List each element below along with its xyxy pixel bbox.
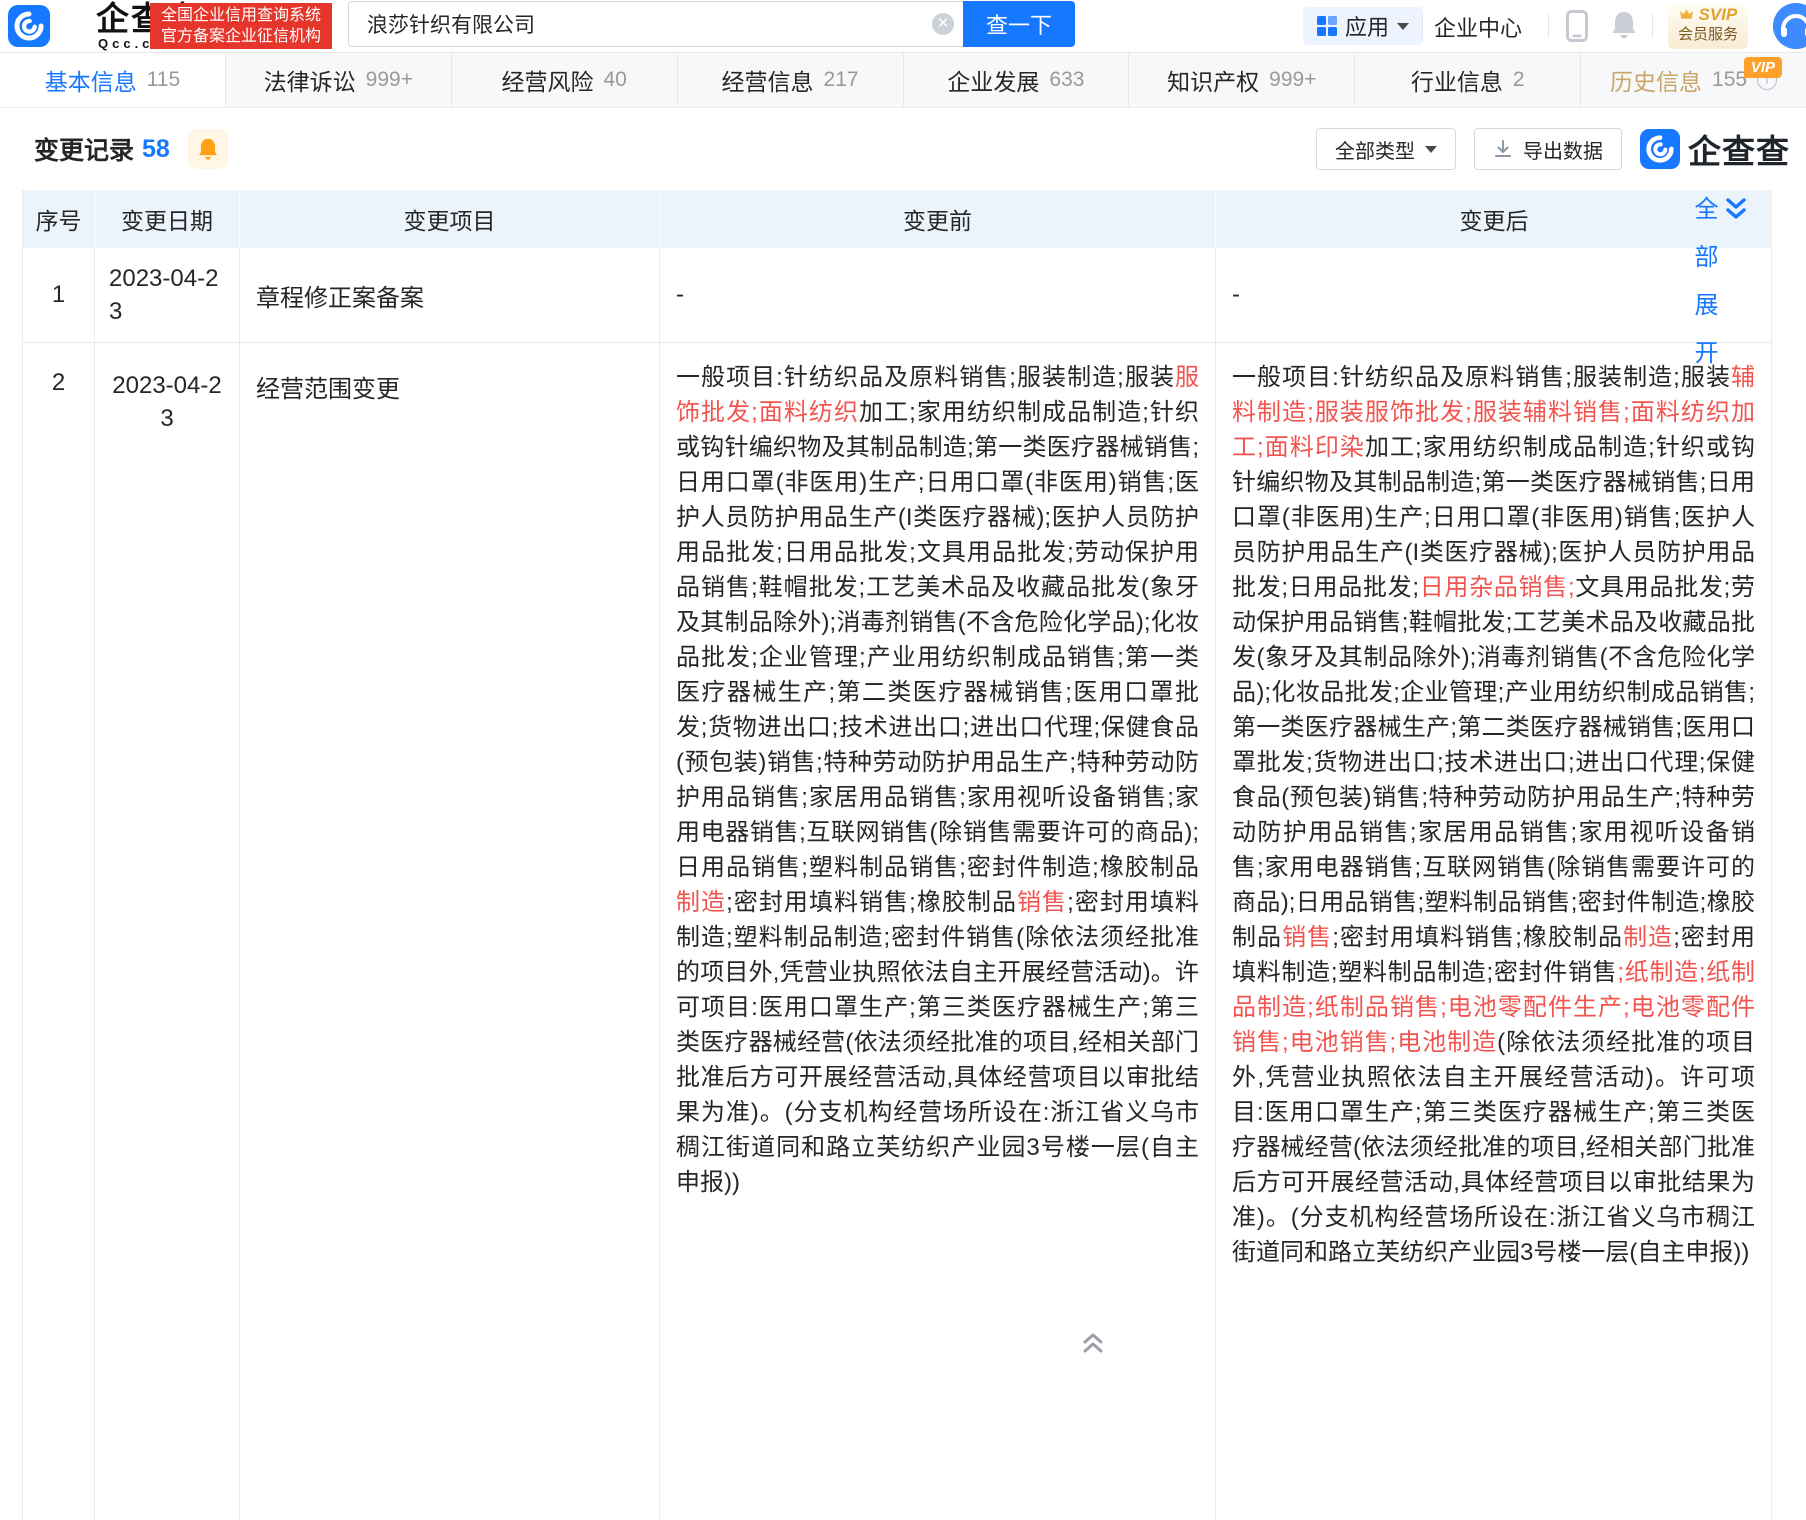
svip-sublabel: 会员服务: [1668, 25, 1748, 45]
search-button[interactable]: 查一下: [963, 1, 1075, 47]
tab-count: 999+: [366, 68, 413, 92]
table-row: 1 2023-04-23 章程修正案备案 - -: [22, 248, 1772, 343]
search-input[interactable]: [348, 1, 965, 47]
double-chevron-up-icon: [1080, 1330, 1106, 1356]
tab-count: 40: [604, 68, 627, 92]
qcc-brand-icon: [1640, 129, 1680, 169]
tab-operation-risk[interactable]: 经营风险 40: [452, 53, 678, 107]
grid-icon: [1317, 16, 1337, 36]
section-title: 变更记录: [34, 131, 134, 167]
chevron-down-icon: [1397, 23, 1409, 30]
row2-before-text: 一般项目:针纺织品及原料销售;服装制造;服装服饰批发;面料纺织加工;家用纺织制成…: [660, 343, 1216, 1520]
apps-menu-label: 应用: [1345, 10, 1389, 42]
tab-industry-info[interactable]: 行业信息 2: [1355, 53, 1581, 107]
row2-after-text: 一般项目:针纺织品及原料销售;服装制造;服装辅料制造;服装服饰批发;服装辅料销售…: [1216, 343, 1772, 1520]
badge-line2: 官方备案企业征信机构: [150, 26, 332, 47]
tab-label: 经营信息: [722, 63, 814, 97]
page: 企查查 Qcc.com 全国企业信用查询系统 官方备案企业征信机构 ✕ 查一下 …: [0, 0, 1806, 1520]
filter-type-button[interactable]: 全部类型: [1316, 128, 1456, 170]
tab-basic-info[interactable]: 基本信息 115: [0, 53, 226, 107]
qcc-spiral-icon: [12, 9, 46, 43]
row1-item: 章程修正案备案: [240, 248, 660, 343]
tab-intellectual-property[interactable]: 知识产权 999+: [1129, 53, 1355, 107]
tab-count: 115: [147, 68, 180, 92]
row2-date: 2023-04-23: [95, 369, 239, 435]
row1-after-text: -: [1216, 248, 1772, 343]
chevron-down-icon: [1425, 146, 1437, 153]
section-count: 58: [142, 135, 170, 164]
filter-type-label: 全部类型: [1335, 135, 1415, 164]
double-chevron-down-icon: [1724, 196, 1748, 224]
tab-operation-info[interactable]: 经营信息 217: [678, 53, 904, 107]
customer-service-mascot-icon[interactable]: [1773, 3, 1806, 49]
svip-label: SVIP: [1668, 5, 1748, 25]
row2-index: 2: [22, 343, 95, 1520]
row1-index: 1: [22, 248, 95, 343]
tab-count: 2: [1513, 68, 1525, 92]
tab-count: 633: [1049, 68, 1084, 92]
col-header-date: 变更日期: [95, 190, 240, 248]
mobile-app-icon[interactable]: [1566, 10, 1588, 47]
table-header-row: 序号 变更日期 变更项目 变更前 变更后: [22, 190, 1772, 248]
tab-label: 企业发展: [947, 63, 1039, 97]
col-header-index: 序号: [22, 190, 95, 248]
qcc-brand-text: 企查查: [1688, 125, 1790, 173]
main-tab-bar: 基本信息115 法律诉讼999+ 经营风险40 经营信息217 企业发展633 …: [0, 52, 1806, 108]
tab-label: 知识产权: [1167, 63, 1259, 97]
collapse-row-button[interactable]: [1080, 1330, 1106, 1361]
expand-all-button[interactable]: 全部展开: [1690, 196, 1748, 388]
notification-bell-icon[interactable]: [1610, 10, 1638, 45]
tab-count: 155: [1712, 68, 1747, 92]
divider: [1422, 14, 1423, 38]
tab-label: 历史信息: [1610, 63, 1702, 97]
col-header-after: 变更后: [1216, 190, 1772, 248]
divider: [1548, 14, 1549, 38]
divider: [1652, 14, 1653, 38]
official-credit-badge: 全国企业信用查询系统 官方备案企业征信机构: [150, 3, 332, 49]
tab-label: 法律诉讼: [264, 63, 356, 97]
search-area: ✕ 查一下: [348, 1, 1075, 47]
subscribe-bell-button[interactable]: [188, 129, 228, 169]
export-data-button[interactable]: 导出数据: [1474, 128, 1622, 170]
badge-line1: 全国企业信用查询系统: [150, 5, 332, 26]
svip-membership-badge[interactable]: SVIP 会员服务: [1668, 3, 1748, 49]
section-toolbar: 全部类型 导出数据 企查查: [1316, 125, 1790, 173]
bell-icon: [197, 137, 219, 161]
change-record-table: 序号 变更日期 变更项目 变更前 变更后 1 2023-04-23 章程修正案备…: [22, 190, 1772, 1520]
qcc-logo-icon[interactable]: [8, 5, 50, 47]
export-data-label: 导出数据: [1523, 135, 1603, 164]
row2-item: 经营范围变更: [240, 343, 660, 1520]
expand-all-label: 全部展开: [1690, 196, 1716, 388]
tab-legal-litigation[interactable]: 法律诉讼 999+: [226, 53, 452, 107]
table-row: 2 2023-04-23 经营范围变更 一般项目:针纺织品及原料销售;服装制造;…: [22, 343, 1772, 1520]
vip-badge: VIP: [1744, 57, 1782, 78]
col-header-before: 变更前: [660, 190, 1216, 248]
apps-menu-button[interactable]: 应用: [1303, 7, 1423, 45]
row1-date: 2023-04-23: [95, 262, 239, 328]
col-header-item: 变更项目: [240, 190, 660, 248]
tab-label: 基本信息: [45, 63, 137, 97]
tab-label: 经营风险: [502, 63, 594, 97]
top-header: 企查查 Qcc.com 全国企业信用查询系统 官方备案企业征信机构 ✕ 查一下 …: [0, 0, 1806, 52]
tab-label: 行业信息: [1411, 63, 1503, 97]
tab-enterprise-development[interactable]: 企业发展 633: [904, 53, 1130, 107]
tab-history-info[interactable]: VIP 历史信息155 i: [1581, 53, 1806, 107]
download-icon: [1493, 139, 1513, 159]
tab-count: 217: [824, 68, 859, 92]
change-record-section-header: 变更记录 58 全部类型 导出数据: [0, 108, 1806, 190]
enterprise-center-link[interactable]: 企业中心: [1434, 11, 1522, 43]
crown-icon: [1679, 8, 1694, 20]
row1-before-text: -: [660, 248, 1216, 343]
qcc-brand-watermark: 企查查: [1640, 125, 1790, 173]
clear-search-icon[interactable]: ✕: [932, 13, 954, 35]
tab-count: 999+: [1269, 68, 1316, 92]
